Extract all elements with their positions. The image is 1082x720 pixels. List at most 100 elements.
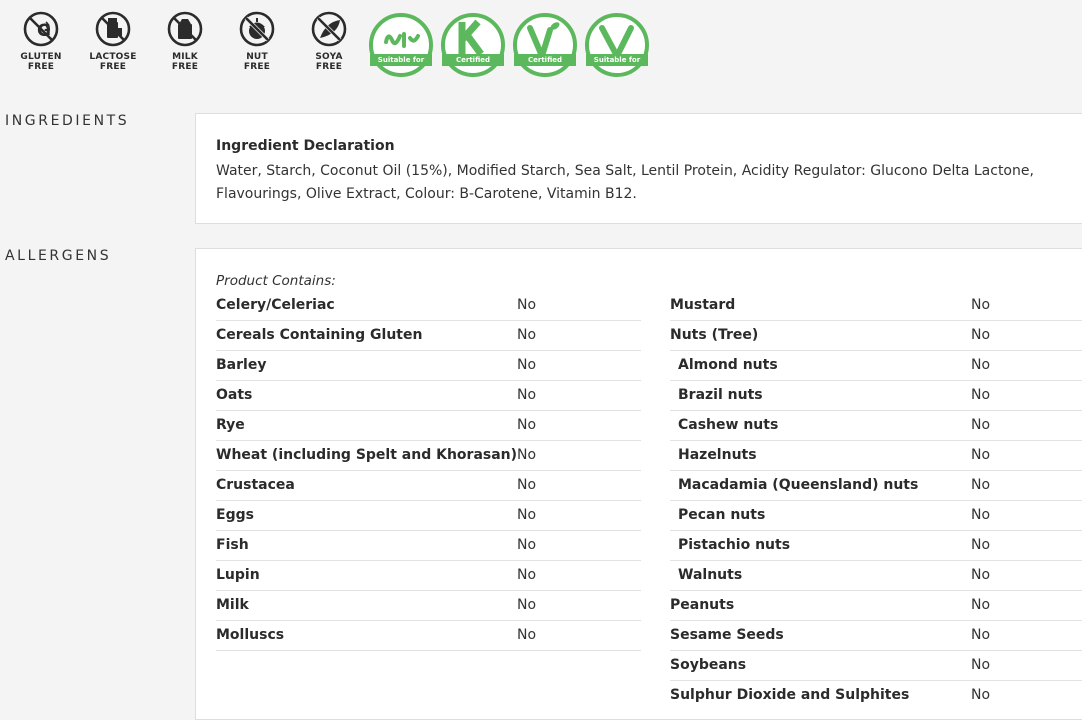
allergen-value: No bbox=[971, 387, 991, 403]
gluten-free-badge: G GLUTENFREE bbox=[5, 10, 77, 72]
allergen-name: Celery/Celeriac bbox=[216, 297, 335, 313]
allergen-row: Celery/Celeriac No bbox=[216, 291, 641, 321]
allergen-row: Walnuts No bbox=[670, 561, 1082, 591]
allergen-row: Wheat (including Spelt and Khorasan) No bbox=[216, 441, 641, 471]
allergen-value: No bbox=[971, 537, 991, 553]
allergen-name: Lupin bbox=[216, 567, 260, 583]
diet-icon-row: G GLUTENFREE LACTOSEFREE MILKFREE bbox=[0, 0, 1082, 100]
allergen-row: Macadamia (Queensland) nuts No bbox=[670, 471, 1082, 501]
allergen-name: Wheat (including Spelt and Khorasan) bbox=[216, 447, 518, 463]
allergen-name: Molluscs bbox=[216, 627, 285, 643]
allergen-row: Brazil nuts No bbox=[670, 381, 1082, 411]
allergen-row: Milk No bbox=[216, 591, 641, 621]
allergen-value: No bbox=[517, 567, 537, 583]
allergen-name: Barley bbox=[216, 357, 267, 373]
allergen-value: No bbox=[517, 597, 537, 613]
allergen-name: Nuts (Tree) bbox=[670, 327, 759, 343]
allergen-name: Cashew nuts bbox=[678, 417, 779, 433]
allergen-value: No bbox=[517, 447, 537, 463]
allergen-name: Pecan nuts bbox=[678, 507, 766, 523]
allergen-value: No bbox=[971, 327, 991, 343]
allergen-row: Peanuts No bbox=[670, 591, 1082, 621]
allergen-value: No bbox=[971, 477, 991, 493]
allergen-value: No bbox=[517, 297, 537, 313]
allergen-row: Cereals Containing Gluten No bbox=[216, 321, 641, 351]
allergen-row: Fish No bbox=[216, 531, 641, 561]
allergen-name: Mustard bbox=[670, 297, 736, 313]
allergen-name: Almond nuts bbox=[678, 357, 778, 373]
allergen-name: Rye bbox=[216, 417, 245, 433]
allergen-row: Crustacea No bbox=[216, 471, 641, 501]
vegan-badge: Certified bbox=[512, 12, 578, 78]
allergens-heading: ALLERGENS bbox=[5, 248, 112, 264]
soya-free-icon bbox=[311, 11, 347, 47]
vegan-icon bbox=[513, 13, 577, 77]
allergen-name: Soybeans bbox=[670, 657, 747, 673]
allergen-row: Pecan nuts No bbox=[670, 501, 1082, 531]
allergen-value: No bbox=[517, 537, 537, 553]
allergen-column-right: Mustard No Nuts (Tree) No Almond nuts No Brazi… bbox=[670, 291, 1082, 710]
allergen-value: No bbox=[517, 357, 537, 373]
allergen-value: No bbox=[971, 687, 991, 703]
allergen-name: Oats bbox=[216, 387, 253, 403]
nut-free-icon bbox=[239, 11, 275, 47]
allergen-value: No bbox=[971, 447, 991, 463]
allergen-value: No bbox=[517, 507, 537, 523]
allergen-name: Macadamia (Queensland) nuts bbox=[678, 477, 919, 493]
allergen-value: No bbox=[971, 417, 991, 433]
allergen-row: Oats No bbox=[216, 381, 641, 411]
allergen-value: No bbox=[971, 567, 991, 583]
allergen-name: Pistachio nuts bbox=[678, 537, 791, 553]
allergen-name: Crustacea bbox=[216, 477, 295, 493]
ingredients-card: Ingredient Declaration Water, Starch, Co… bbox=[195, 113, 1082, 224]
ingredient-list: Water, Starch, Coconut Oil (15%), Modifi… bbox=[216, 163, 1034, 202]
nut-free-badge: NUT FREE bbox=[221, 10, 293, 72]
milk-free-badge: MILK FREE bbox=[149, 10, 221, 72]
allergen-value: No bbox=[517, 477, 537, 493]
allergen-value: No bbox=[971, 507, 991, 523]
allergen-name: Hazelnuts bbox=[678, 447, 757, 463]
allergen-value: No bbox=[971, 297, 991, 313]
allergen-name: Walnuts bbox=[678, 567, 743, 583]
ingredient-declaration-title: Ingredient Declaration bbox=[216, 138, 395, 154]
ingredients-heading: INGREDIENTS bbox=[5, 113, 130, 129]
allergen-value: No bbox=[517, 387, 537, 403]
halal-icon bbox=[369, 13, 433, 77]
allergen-value: No bbox=[971, 657, 991, 673]
allergen-row: Barley No bbox=[216, 351, 641, 381]
allergen-value: No bbox=[971, 627, 991, 643]
product-contains-label: Product Contains: bbox=[216, 273, 336, 289]
allergen-name: Peanuts bbox=[670, 597, 735, 613]
allergen-row: Molluscs No bbox=[216, 621, 641, 651]
allergen-row: Almond nuts No bbox=[670, 351, 1082, 381]
allergen-row: Rye No bbox=[216, 411, 641, 441]
kosher-icon bbox=[441, 13, 505, 77]
milk-free-icon bbox=[167, 11, 203, 47]
allergen-row: Mustard No bbox=[670, 291, 1082, 321]
kosher-badge: Certified bbox=[440, 12, 506, 78]
allergen-column-left: Celery/Celeriac No Cereals Containing Glut… bbox=[216, 291, 641, 651]
allergen-name: Sulphur Dioxide and Sulphites bbox=[670, 687, 910, 703]
vegetarian-badge: Suitable for bbox=[584, 12, 650, 78]
lactose-free-badge: LACTOSE FREE bbox=[77, 10, 149, 72]
allergen-value: No bbox=[517, 327, 537, 343]
allergen-row: Eggs No bbox=[216, 501, 641, 531]
allergen-row: Sulphur Dioxide and Sulphites No bbox=[670, 681, 1082, 710]
halal-badge: Suitable for bbox=[368, 12, 434, 78]
allergen-name: Fish bbox=[216, 537, 249, 553]
allergen-name: Cereals Containing Gluten bbox=[216, 327, 423, 343]
allergen-row: Sesame Seeds No bbox=[670, 621, 1082, 651]
allergen-value: No bbox=[517, 627, 537, 643]
allergen-value: No bbox=[971, 597, 991, 613]
allergen-value: No bbox=[971, 357, 991, 373]
allergen-name: Milk bbox=[216, 597, 249, 613]
allergen-row: Cashew nuts No bbox=[670, 411, 1082, 441]
allergen-row: Nuts (Tree) No bbox=[670, 321, 1082, 351]
lactose-free-icon bbox=[95, 11, 131, 47]
allergen-row: Lupin No bbox=[216, 561, 641, 591]
vegetarian-icon bbox=[585, 13, 649, 77]
soya-free-badge: SOYA FREE bbox=[293, 10, 365, 72]
allergen-name: Sesame Seeds bbox=[670, 627, 784, 643]
allergen-row: Soybeans No bbox=[670, 651, 1082, 681]
allergen-name: Eggs bbox=[216, 507, 254, 523]
